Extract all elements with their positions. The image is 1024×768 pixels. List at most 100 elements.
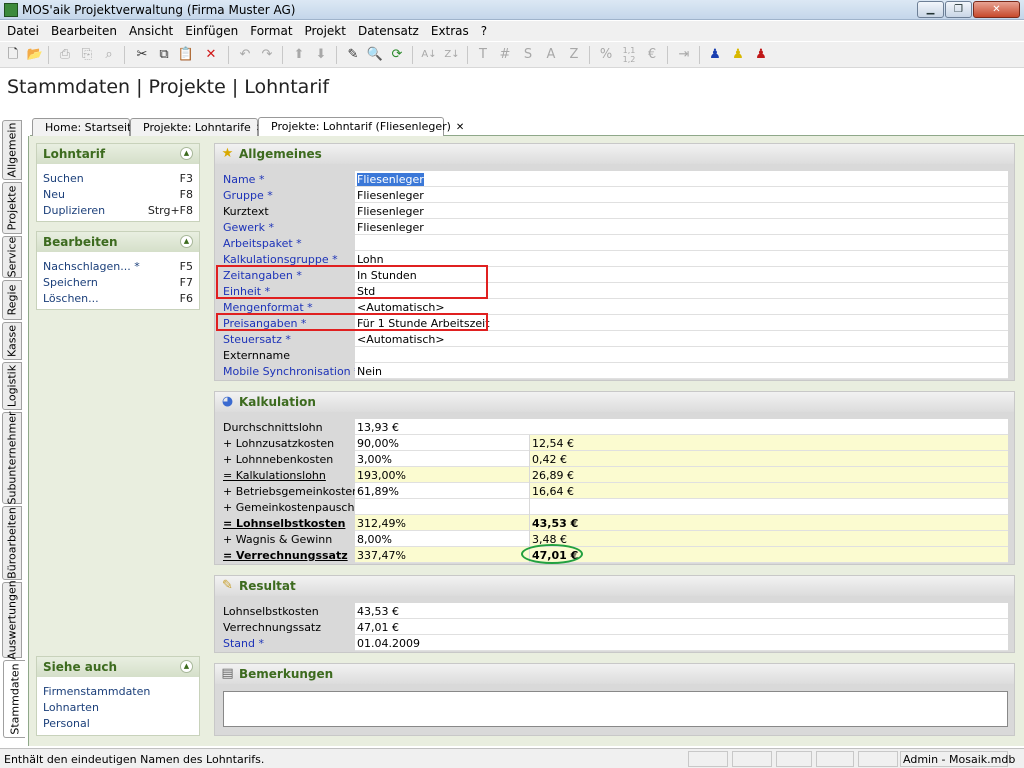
- vtab-bueroarbeiten-label: Büroarbeiten: [5, 507, 19, 579]
- steuersatz-input[interactable]: <Automatisch>: [355, 331, 1008, 347]
- decimal-icon[interactable]: 1,1 1,2: [620, 46, 638, 64]
- collapse-icon[interactable]: ▲: [180, 147, 193, 160]
- currency-icon[interactable]: €: [643, 46, 661, 64]
- menu-extras[interactable]: Extras: [424, 21, 474, 38]
- cut-icon[interactable]: ✂: [133, 46, 151, 64]
- move-up-icon[interactable]: ⬆: [290, 46, 308, 64]
- field-kurztext: Kurztext Fliesenleger: [223, 203, 1008, 219]
- vtab-subunternehmer[interactable]: Subunternehmer: [2, 411, 22, 505]
- doctab-startseite[interactable]: Home: Startseite: [32, 118, 138, 136]
- format-hash-icon[interactable]: #: [496, 46, 514, 64]
- field-label: Gewerk *: [223, 221, 274, 234]
- print-icon[interactable]: ⎙: [56, 46, 74, 64]
- vtab-bueroarbeiten[interactable]: Büroarbeiten: [2, 506, 22, 580]
- redo-icon[interactable]: ↷: [258, 46, 276, 64]
- vtab-auswertungen[interactable]: Auswertungen: [2, 580, 22, 660]
- kalk-percent[interactable]: 3,00%: [355, 451, 529, 467]
- arbeitspaket-input[interactable]: [355, 235, 1008, 251]
- menu-help[interactable]: ?: [474, 21, 492, 38]
- action-duplizieren[interactable]: Duplizieren Strg+F8: [37, 202, 199, 218]
- vtab-regie[interactable]: Regie: [2, 280, 22, 320]
- refresh-icon[interactable]: ⟳: [388, 46, 406, 64]
- vtab-logistik[interactable]: Logistik: [2, 362, 22, 410]
- paste-icon[interactable]: 📋: [177, 46, 195, 64]
- kalk-value[interactable]: 13,93 €: [355, 419, 1008, 435]
- status-pane: [688, 751, 728, 767]
- action-neu[interactable]: Neu F8: [37, 186, 199, 202]
- vtab-stammdaten[interactable]: Stammdaten: [3, 660, 25, 738]
- panel-bearbeiten-header[interactable]: Bearbeiten ▲: [37, 232, 199, 252]
- percent-icon[interactable]: %: [597, 46, 615, 64]
- notes-icon: ▤: [221, 666, 234, 681]
- gewerk-input[interactable]: Fliesenleger: [355, 219, 1008, 235]
- doctab-lohntarif-fliesenleger[interactable]: Projekte: Lohntarif (Fliesenleger) ✕: [258, 117, 464, 137]
- link-lohnarten[interactable]: Lohnarten: [37, 699, 199, 715]
- find-icon[interactable]: 🔍: [366, 46, 384, 64]
- user-yellow-icon[interactable]: ♟: [729, 46, 747, 64]
- action-suchen[interactable]: Suchen F3: [37, 170, 199, 186]
- mobile-sync-input[interactable]: Nein: [355, 363, 1008, 379]
- field-label: Lohnselbstkosten: [223, 605, 319, 618]
- kalk-percent[interactable]: 90,00%: [355, 435, 529, 451]
- kalk-amount[interactable]: [530, 499, 1008, 515]
- kalk-percent[interactable]: 8,00%: [355, 531, 529, 547]
- user-red-icon[interactable]: ♟: [752, 46, 770, 64]
- menu-projekt[interactable]: Projekt: [298, 21, 351, 38]
- link-personal[interactable]: Personal: [37, 715, 199, 731]
- move-down-icon[interactable]: ⬇: [312, 46, 330, 64]
- panel-lohntarif-header[interactable]: Lohntarif ▲: [37, 144, 199, 164]
- open-icon[interactable]: 📂: [26, 46, 44, 64]
- kalk-percent[interactable]: 61,89%: [355, 483, 529, 499]
- bemerkungen-textarea[interactable]: [223, 691, 1008, 727]
- menu-datensatz[interactable]: Datensatz: [351, 21, 424, 38]
- gruppe-input[interactable]: Fliesenleger: [355, 187, 1008, 203]
- search-icon[interactable]: ⌕: [100, 46, 118, 64]
- externname-input[interactable]: [355, 347, 1008, 363]
- close-tab-icon[interactable]: ✕: [456, 122, 464, 133]
- format-a-icon[interactable]: A: [542, 46, 560, 64]
- new-icon[interactable]: 🗋: [4, 46, 22, 64]
- field-label: Kurztext: [223, 205, 269, 218]
- edit-icon[interactable]: ✎: [344, 46, 362, 64]
- delete-icon[interactable]: ✕: [202, 46, 220, 64]
- menu-ansicht[interactable]: Ansicht: [122, 21, 178, 38]
- menu-format[interactable]: Format: [243, 21, 297, 38]
- vtab-kasse[interactable]: Kasse: [2, 322, 22, 360]
- name-input[interactable]: Fliesenleger: [355, 171, 1008, 187]
- vtab-stammdaten-label: Stammdaten: [8, 663, 21, 735]
- print-preview-icon[interactable]: ⎘: [78, 46, 96, 64]
- collapse-icon[interactable]: ▲: [180, 235, 193, 248]
- restore-button[interactable]: ❐: [945, 1, 972, 18]
- user-blue-icon[interactable]: ♟: [706, 46, 724, 64]
- action-speichern[interactable]: Speichern F7: [37, 274, 199, 290]
- close-window-button[interactable]: ✕: [973, 1, 1020, 18]
- format-z-icon[interactable]: Z: [565, 46, 583, 64]
- toolbar: 🗋 📂 ⎙ ⎘ ⌕ ✂ ⧉ 📋 ✕ ↶ ↷ ⬆ ⬇ ✎ 🔍 ⟳ A↓ Z↓ T …: [0, 42, 1024, 68]
- menu-datei[interactable]: Datei: [0, 21, 44, 38]
- vtab-allgemein[interactable]: Allgemein: [2, 120, 22, 180]
- vtab-service[interactable]: Service: [2, 236, 22, 278]
- format-t-icon[interactable]: T: [474, 46, 492, 64]
- vtab-projekte[interactable]: Projekte: [2, 182, 22, 234]
- action-nachschlagen[interactable]: Nachschlagen... * F5: [37, 258, 199, 274]
- collapse-icon[interactable]: ▲: [180, 660, 193, 673]
- kalk-row: + Lohnnebenkosten 3,00% 0,42 €: [223, 451, 1008, 467]
- section-title: Allgemeines: [239, 147, 322, 161]
- sort-desc-icon[interactable]: Z↓: [443, 46, 461, 64]
- kurztext-input[interactable]: Fliesenleger: [355, 203, 1008, 219]
- minimize-button[interactable]: ▁: [917, 1, 944, 18]
- stand-input[interactable]: 01.04.2009: [355, 635, 1008, 651]
- format-s-icon[interactable]: S: [519, 46, 537, 64]
- undo-icon[interactable]: ↶: [236, 46, 254, 64]
- doctab-lohntarife[interactable]: Projekte: Lohntarife✕: [130, 118, 264, 136]
- menu-bearbeiten[interactable]: Bearbeiten: [44, 21, 122, 38]
- exit-icon[interactable]: ⇥: [675, 46, 693, 64]
- copy-icon[interactable]: ⧉: [155, 46, 173, 64]
- kalk-percent[interactable]: [355, 499, 529, 515]
- kalk-amount: 3,48 €: [530, 531, 1008, 547]
- panel-siehe-auch-header[interactable]: Siehe auch ▲: [37, 657, 199, 677]
- menu-einfuegen[interactable]: Einfügen: [178, 21, 243, 38]
- link-firmenstammdaten[interactable]: Firmenstammdaten: [37, 683, 199, 699]
- action-loeschen[interactable]: Löschen... F6: [37, 290, 199, 306]
- sort-asc-icon[interactable]: A↓: [420, 46, 438, 64]
